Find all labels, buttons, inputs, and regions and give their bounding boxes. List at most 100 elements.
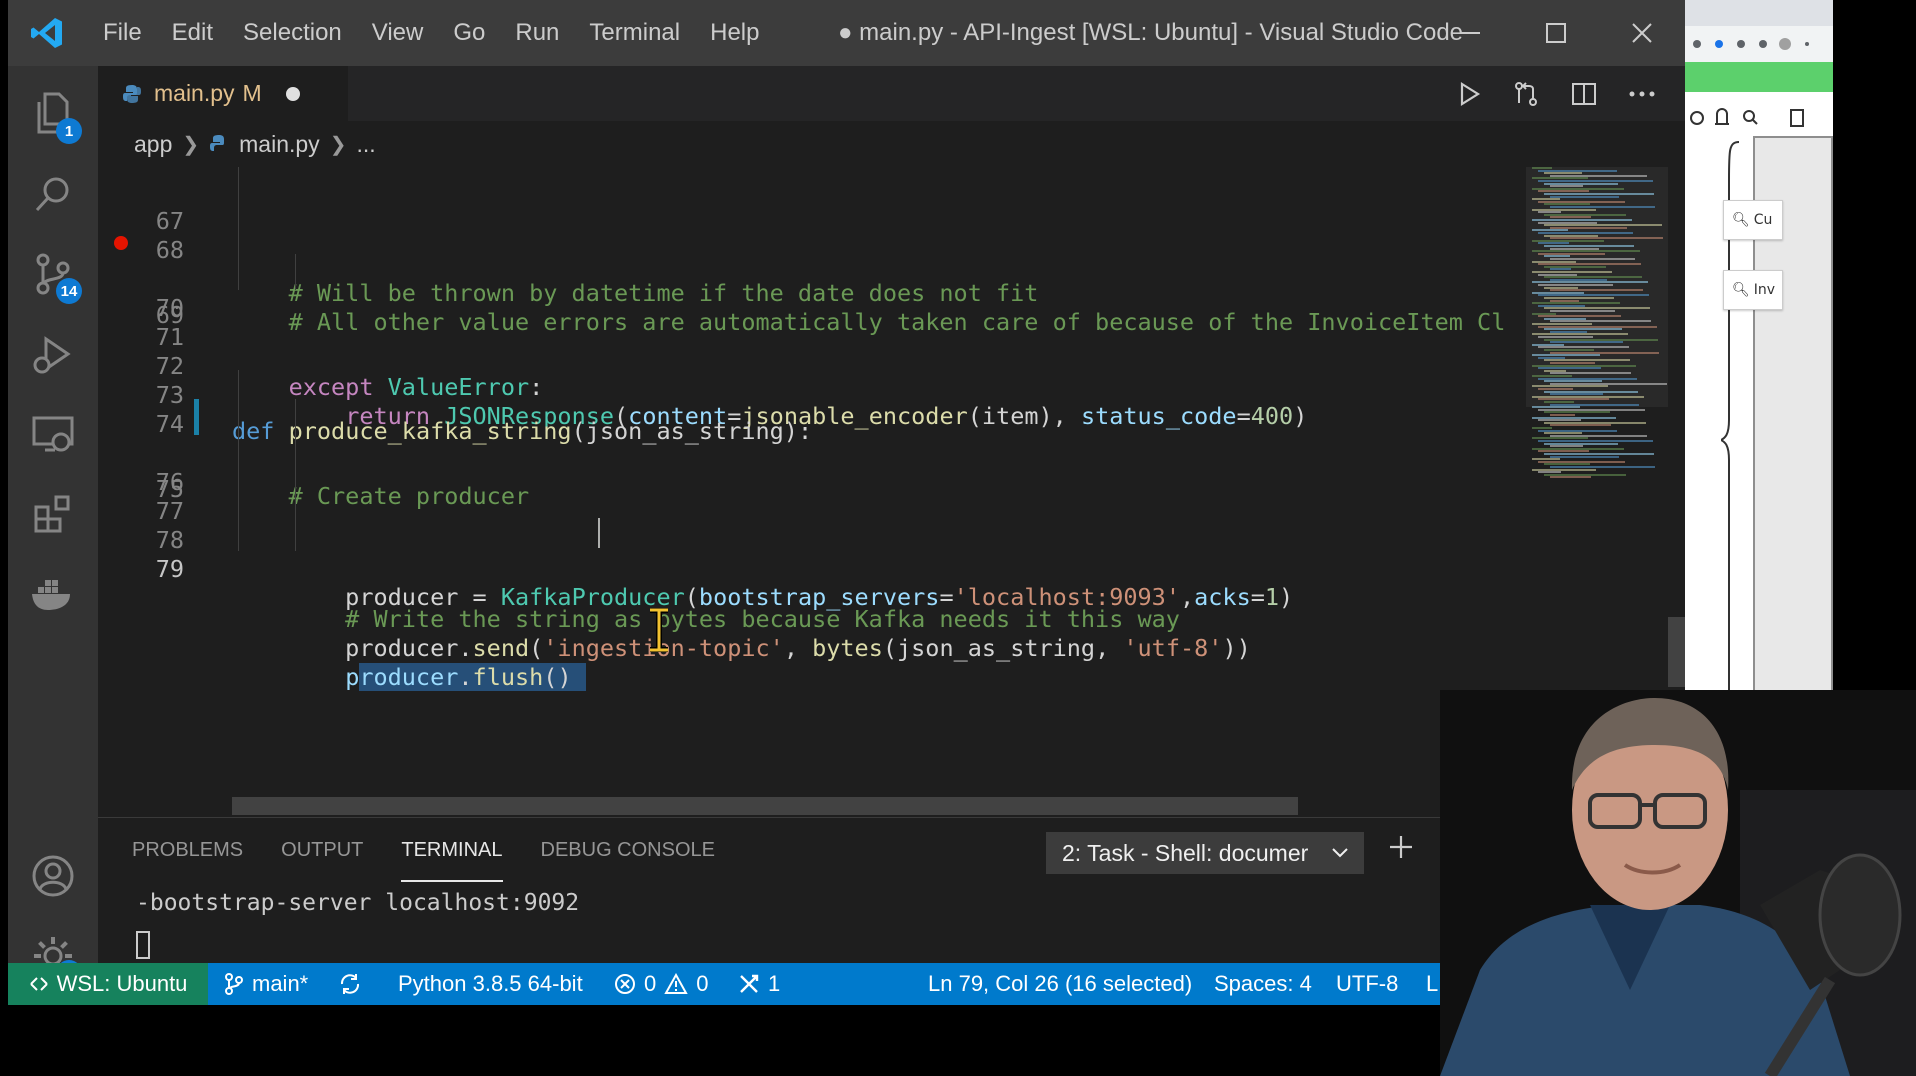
docker-icon [32,580,70,610]
python-file-icon [123,84,141,103]
warning-icon [664,973,688,994]
close-button[interactable] [1599,0,1685,66]
terminal-cursor [136,931,150,959]
menu-view[interactable]: View [357,19,439,47]
remote-indicator[interactable]: WSL: Ubuntu [8,963,208,1005]
indent-guide [295,515,296,551]
vscode-window: File Edit Selection View Go Run Terminal… [8,0,1685,1005]
tab-terminal[interactable]: TERMINAL [401,839,503,882]
indent-guide [238,515,239,551]
run-debug-button[interactable] [8,314,98,394]
menu-edit[interactable]: Edit [157,19,228,47]
browser-extension-icons [1693,38,1809,50]
search-icon [35,177,69,212]
unsaved-dot-icon[interactable] [285,86,300,101]
menu-terminal[interactable]: Terminal [574,19,695,47]
python-file-icon [210,135,225,151]
new-terminal-icon[interactable] [1388,834,1414,860]
minimap-line [1550,195,1619,198]
menu-selection[interactable]: Selection [228,19,357,47]
terminal-select-value: 2: Task - Shell: documer [1062,839,1309,866]
panel-tabs: PROBLEMS OUTPUT TERMINAL DEBUG CONSOLE [132,818,715,882]
code-text: producer.flush() [345,663,586,691]
git-branch-icon [225,973,243,995]
source-control-button[interactable]: 14 [8,234,98,314]
sync-icon [340,974,360,994]
menu-run[interactable]: Run [500,19,574,47]
editor-tabs: main.py M [98,66,1685,121]
terminal-select[interactable]: 2: Task - Shell: documer [1046,832,1364,874]
browser-search-box[interactable]: 🔍︎ Cu [1723,200,1783,240]
more-actions-icon[interactable] [1629,90,1655,98]
accounts-button[interactable] [8,836,98,916]
minimize-button[interactable] [1427,0,1513,66]
breadcrumb-file[interactable]: main.py [239,131,320,158]
indentation[interactable]: Spaces: 4 [1214,963,1312,1005]
minimap-line [1550,424,1611,427]
docker-button[interactable] [8,554,98,634]
search-icon: 🔍︎ [1732,282,1750,298]
remote-explorer-button[interactable] [8,394,98,474]
branch-indicator[interactable]: main* [224,963,308,1005]
open-changes-icon[interactable] [1513,81,1539,107]
explorer-button[interactable]: 1 [8,74,98,154]
search-box-text: Inv [1753,282,1776,298]
browser-titlebar [1685,0,1833,26]
tab-main-py[interactable]: main.py M [98,66,348,121]
error-count: 0 [644,971,657,996]
horizontal-scrollbar-thumb[interactable] [232,797,1298,815]
tab-label: main.py [154,80,235,106]
webcam-overlay [1440,690,1916,1076]
extensions-icon [34,495,70,533]
tools-count: 1 [768,971,781,996]
browser-toolbar [1685,26,1833,62]
split-editor-icon[interactable] [1571,82,1597,106]
python-interpreter-label: Python 3.8.5 64-bit [398,971,583,996]
notification-bar [1685,62,1833,92]
terminal-output-line: -bootstrap-server localhost:9092 [136,890,580,916]
text-cursor [598,518,600,548]
minimap-line [1550,476,1591,479]
run-debug-icon [33,336,71,374]
tools-icon [740,974,759,993]
browser-search-box[interactable]: 🔍︎ Inv [1723,270,1783,310]
error-icon [615,974,635,994]
maximize-button[interactable] [1513,0,1599,66]
minimize-icon [1460,32,1480,34]
minimap-line [1550,310,1615,312]
menu-go[interactable]: Go [438,19,500,47]
code-line: 79 producer.flush() [98,515,1526,691]
vertical-scrollbar-thumb[interactable] [1668,617,1685,687]
encoding[interactable]: UTF-8 [1336,963,1398,1005]
cursor-position-label: Ln 79, Col 26 (16 selected) [928,971,1193,996]
tab-problems[interactable]: PROBLEMS [132,839,243,862]
problems-indicator[interactable]: 0 0 [614,963,709,1005]
code-editor[interactable]: 67 # Will be thrown by datetime if the d… [98,167,1526,817]
explorer-badge: 1 [56,118,82,144]
cursor-position[interactable]: Ln 79, Col 26 (16 selected) [928,963,1192,1005]
chevron-down-icon [1332,848,1348,858]
search-button[interactable] [8,154,98,234]
run-file-icon[interactable] [1457,81,1481,106]
window-title: ● main.py - API-Ingest [WSL: Ubuntu] - V… [838,19,1464,46]
tab-output[interactable]: OUTPUT [281,839,363,862]
line-number: 79 [155,555,184,583]
breadcrumb-folder[interactable]: app [134,131,172,158]
menu-file[interactable]: File [88,19,157,47]
window-controls [1427,0,1685,66]
chevron-right-icon: ❯ [182,133,200,156]
menu-bar: File Edit Selection View Go Run Terminal… [88,0,774,66]
tab-debug-console[interactable]: DEBUG CONSOLE [541,839,715,862]
minimap-line [1550,455,1619,458]
status-bar: WSL: Ubuntu main* Python 3.8.5 64-bit 0 … [8,963,1685,1005]
menu-help[interactable]: Help [695,19,774,47]
extensions-button[interactable] [8,474,98,554]
sync-button[interactable] [338,963,362,1005]
python-interpreter[interactable]: Python 3.8.5 64-bit [398,963,583,1005]
tools-indicator[interactable]: 1 [738,963,780,1005]
branch-label: main* [252,971,309,996]
activity-bar: 1 14 1 [8,66,98,986]
page-toolbar-icons [1690,108,1804,127]
breadcrumb-symbol[interactable]: ... [356,131,375,158]
breakpoint-icon[interactable] [114,236,128,250]
